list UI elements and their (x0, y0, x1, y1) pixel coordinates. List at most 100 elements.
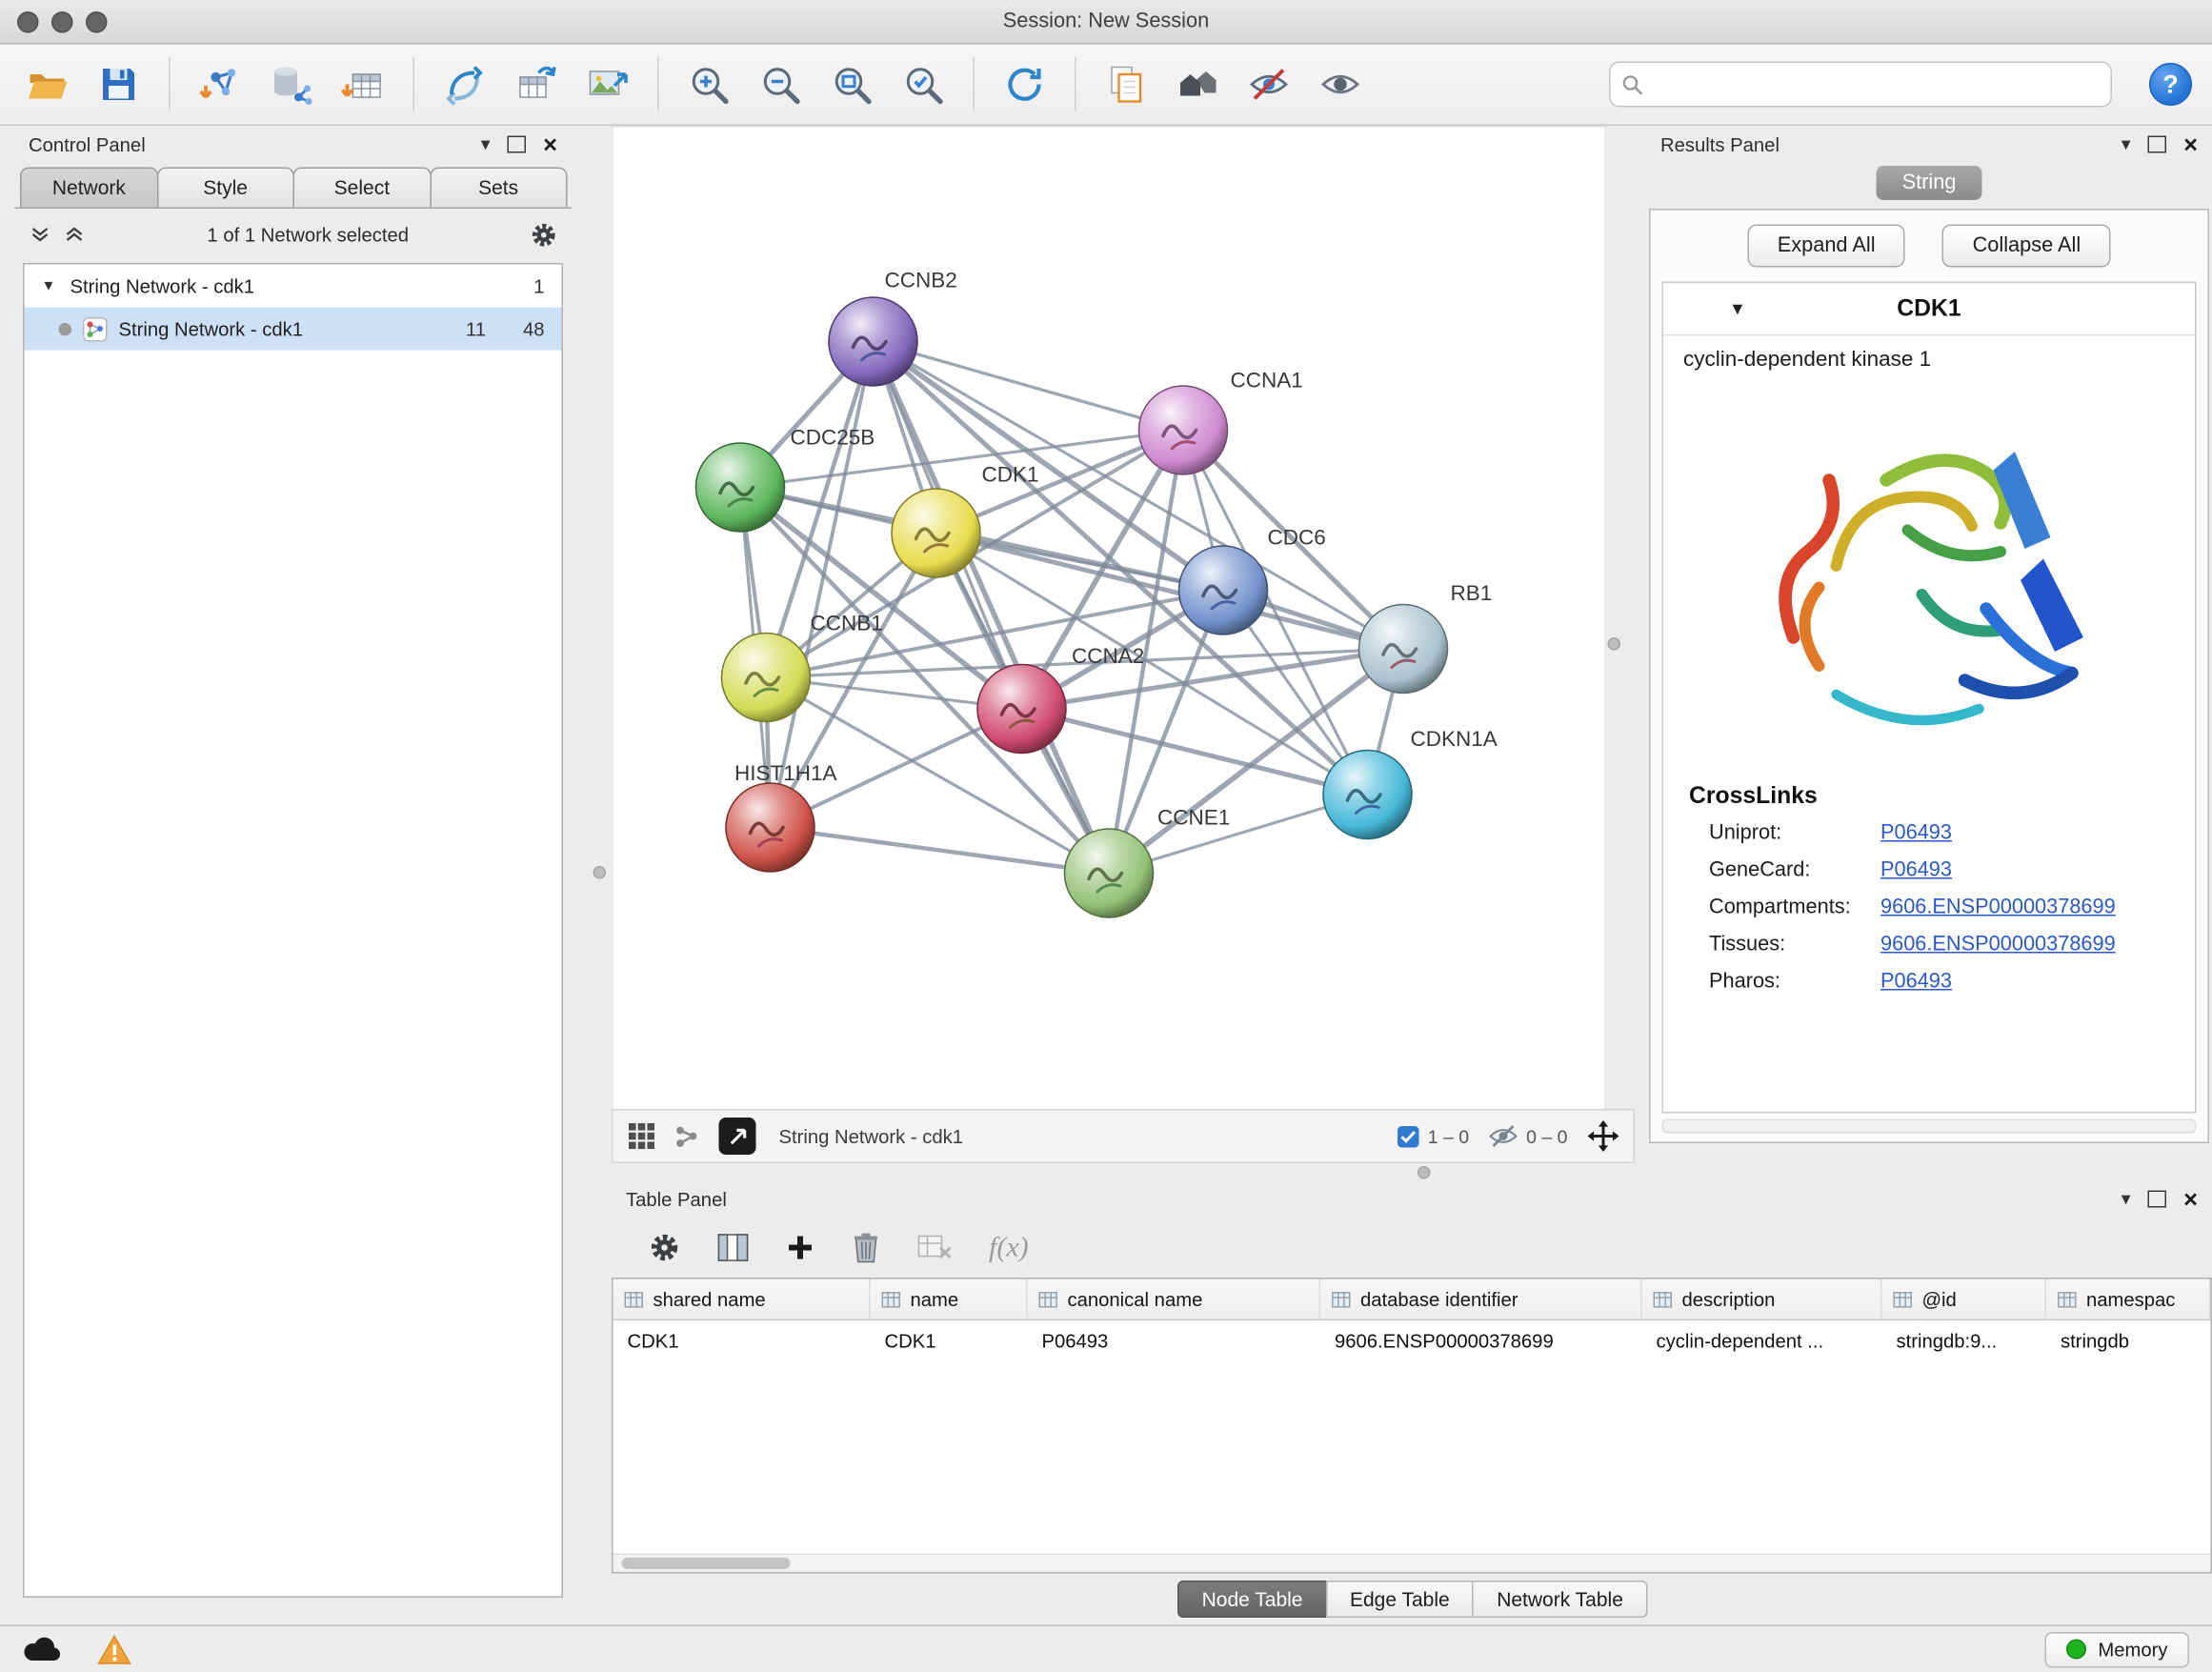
tab-string[interactable]: String (1877, 166, 1982, 200)
column-header-description[interactable]: description (1642, 1279, 1882, 1321)
crosslink-link[interactable]: P06493 (1880, 971, 1952, 994)
crosslink-link[interactable]: 9606.ENSP00000378699 (1880, 896, 2116, 919)
table-cell[interactable]: CDK1 (871, 1320, 1028, 1360)
panel-menu-icon[interactable]: ▾ (481, 133, 491, 156)
new-network-button[interactable] (437, 56, 492, 113)
network-node-CCNB1[interactable] (722, 634, 811, 722)
crosslink-link[interactable]: P06493 (1880, 822, 1952, 845)
panel-float-icon[interactable] (2148, 136, 2167, 153)
delete-table-button[interactable] (917, 1235, 952, 1260)
close-window-button[interactable] (17, 10, 39, 32)
search-box[interactable] (1609, 62, 2112, 108)
column-header-database-identifier[interactable]: database identifier (1320, 1279, 1642, 1321)
tab-style[interactable]: Style (156, 168, 294, 208)
refresh-view-button[interactable] (997, 56, 1052, 113)
collapse-all-icon[interactable] (63, 223, 86, 246)
network-collection-row[interactable]: ▼ String Network - cdk1 1 (25, 265, 562, 308)
tab-sets[interactable]: Sets (430, 168, 568, 208)
home-button[interactable] (1171, 56, 1225, 113)
panel-close-icon[interactable]: × (2183, 1187, 2198, 1212)
expand-all-icon[interactable] (29, 223, 51, 246)
zoom-out-button[interactable] (754, 56, 808, 113)
table-cell[interactable]: stringdb (2046, 1320, 2211, 1360)
zoom-fit-button[interactable] (825, 56, 879, 113)
table-horizontal-scrollbar[interactable] (613, 1554, 2211, 1573)
export-image-button[interactable] (580, 56, 634, 113)
network-node-HIST1H1A[interactable] (726, 783, 814, 872)
panel-menu-icon[interactable]: ▾ (2122, 133, 2131, 156)
vertical-splitter-handle[interactable] (1608, 637, 1621, 651)
copy-button[interactable] (1099, 56, 1154, 113)
hide-graphics-details-button[interactable] (1242, 56, 1297, 113)
horizontal-splitter-handle[interactable] (1418, 1166, 1431, 1179)
network-edge[interactable] (874, 342, 1110, 874)
import-table-button[interactable] (336, 56, 391, 113)
table-cell[interactable]: 9606.ENSP00000378699 (1320, 1320, 1642, 1360)
show-columns-button[interactable] (717, 1234, 749, 1262)
column-header-shared-name[interactable]: shared name (613, 1279, 871, 1321)
search-input[interactable] (1652, 72, 2100, 97)
panel-menu-icon[interactable]: ▾ (2122, 1188, 2131, 1211)
save-session-button[interactable] (91, 56, 146, 113)
column-header-canonical-name[interactable]: canonical name (1028, 1279, 1321, 1321)
panel-close-icon[interactable]: × (2183, 132, 2198, 157)
crosslink-link[interactable]: P06493 (1880, 859, 1952, 882)
network-node-CCNA1[interactable] (1139, 386, 1228, 474)
gene-section-header[interactable]: ▼ CDK1 (1663, 283, 2195, 336)
help-button[interactable]: ? (2149, 63, 2192, 106)
network-canvas[interactable]: CCNB2CCNA1CDC25BCDK1CDC6RB1CCNB1CCNA2CDK… (613, 128, 1605, 1111)
column-header-id[interactable]: @id (1882, 1279, 2047, 1321)
network-edge[interactable] (771, 342, 874, 828)
panel-float-icon[interactable] (2148, 1191, 2167, 1208)
tab-network[interactable]: Network (20, 168, 158, 208)
network-node-CDKN1A[interactable] (1323, 751, 1412, 839)
expand-all-button[interactable]: Expand All (1747, 225, 1905, 268)
zoom-window-button[interactable] (86, 10, 108, 32)
section-collapse-icon[interactable]: ▼ (1729, 299, 1746, 319)
network-edge[interactable] (771, 828, 1110, 874)
column-header-name[interactable]: name (871, 1279, 1028, 1321)
tab-select[interactable]: Select (293, 168, 432, 208)
network-node-CCNA2[interactable] (977, 665, 1066, 754)
results-horizontal-scrollbar[interactable] (1662, 1119, 2197, 1134)
selected-checkbox-icon[interactable] (1398, 1125, 1419, 1147)
collapse-all-button[interactable]: Collapse All (1942, 225, 2111, 268)
panel-close-icon[interactable]: × (543, 132, 557, 157)
column-header-namespace[interactable]: namespac (2046, 1279, 2211, 1321)
zoom-in-button[interactable] (682, 56, 736, 113)
tab-node-table[interactable]: Node Table (1177, 1581, 1327, 1618)
warnings-button[interactable] (97, 1634, 131, 1664)
vertical-splitter-handle[interactable] (593, 866, 607, 879)
pan-tool-button[interactable] (1588, 1120, 1619, 1152)
minimize-window-button[interactable] (51, 10, 73, 32)
delete-column-button[interactable] (852, 1232, 880, 1263)
network-node-CDK1[interactable] (892, 489, 980, 577)
import-network-file-button[interactable] (193, 56, 248, 113)
network-options-gear-icon[interactable] (531, 221, 558, 249)
network-node-CDC25B[interactable] (696, 443, 785, 532)
panel-float-icon[interactable] (508, 136, 527, 153)
tab-edge-table[interactable]: Edge Table (1325, 1581, 1474, 1618)
import-network-database-button[interactable] (265, 56, 319, 113)
table-cell[interactable]: cyclin-dependent ... (1642, 1320, 1882, 1360)
grid-view-button[interactable] (628, 1122, 656, 1151)
tab-network-table[interactable]: Network Table (1473, 1581, 1648, 1618)
crosslink-link[interactable]: 9606.ENSP00000378699 (1880, 934, 2116, 957)
cloud-status-button[interactable] (23, 1637, 60, 1662)
network-view[interactable]: CCNB2CCNA1CDC25BCDK1CDC6RB1CCNB1CCNA2CDK… (612, 126, 1606, 1112)
network-node-CDC6[interactable] (1179, 546, 1268, 635)
collapse-triangle-icon[interactable]: ▼ (42, 278, 59, 294)
table-settings-button[interactable] (649, 1232, 680, 1263)
table-cell[interactable]: stringdb:9... (1882, 1320, 2047, 1360)
scrollbar-thumb[interactable] (622, 1558, 791, 1569)
table-cell[interactable]: CDK1 (613, 1320, 871, 1360)
network-node-CCNE1[interactable] (1065, 829, 1154, 917)
open-session-button[interactable] (20, 56, 74, 113)
birds-eye-view-button[interactable] (719, 1118, 756, 1155)
table-row[interactable]: CDK1 CDK1 P06493 9606.ENSP00000378699 cy… (613, 1320, 2211, 1360)
zoom-selected-button[interactable] (896, 56, 951, 113)
network-node-CCNB2[interactable] (829, 297, 917, 386)
memory-button[interactable]: Memory (2045, 1631, 2189, 1667)
function-builder-button[interactable]: f(x) (989, 1231, 1029, 1264)
show-graphics-details-button[interactable] (1314, 56, 1368, 113)
